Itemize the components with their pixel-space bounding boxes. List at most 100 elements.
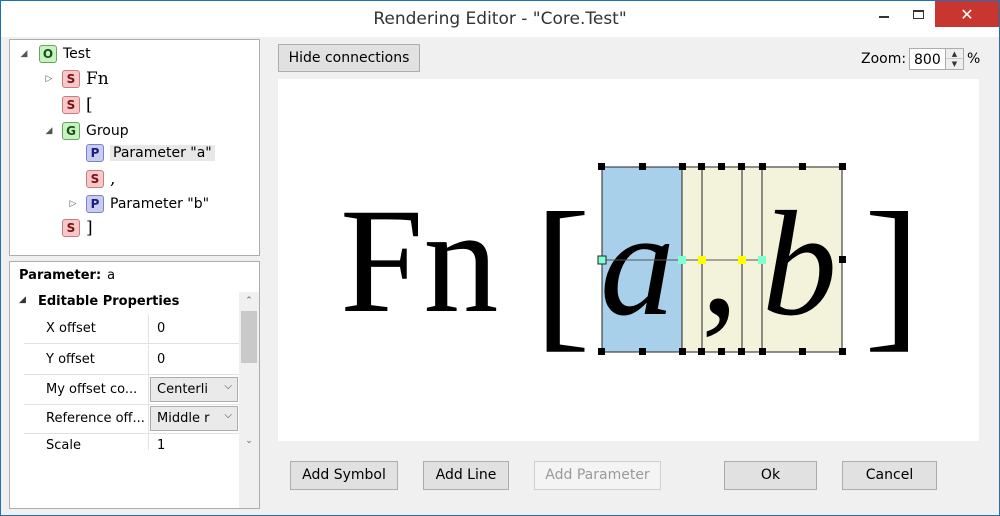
expand-arrow-icon[interactable]: ▷ (68, 199, 78, 209)
glyph-fn: Fn (340, 178, 498, 344)
property-grid: Parameter: a ◢ Editable Properties X offs… (9, 261, 260, 509)
connector-point[interactable] (597, 255, 607, 265)
tree-node-open-bracket[interactable]: S [ (62, 95, 93, 115)
property-name: Y offset (46, 352, 95, 367)
handle[interactable] (759, 163, 766, 170)
symbol-badge-icon: S (62, 70, 80, 88)
handle[interactable] (598, 163, 605, 170)
rendering-editor-window: Rendering Editor - "Core.Test" ✕ ◢ O Tes… (0, 0, 1000, 516)
handle[interactable] (639, 163, 646, 170)
handle[interactable] (738, 163, 745, 170)
property-value-field[interactable]: 1 (148, 434, 239, 450)
spin-up-icon[interactable]: ▲ (946, 49, 963, 59)
property-grid-title-value: a (107, 268, 116, 283)
glyph-comma: , (701, 181, 739, 347)
connector-point[interactable] (758, 256, 766, 264)
tree-node-label: ] (86, 218, 93, 238)
connector-point[interactable] (678, 256, 686, 264)
tree-node-close-bracket[interactable]: S ] (62, 218, 93, 238)
handle[interactable] (718, 348, 725, 355)
close-button[interactable]: ✕ (935, 1, 999, 27)
ok-button[interactable]: Ok (724, 461, 817, 490)
property-section-header[interactable]: ◢ Editable Properties (10, 292, 240, 312)
scrollbar-thumb[interactable] (241, 311, 257, 363)
reference-offset-dropdown[interactable]: Middle r ⌵ (150, 406, 238, 431)
chevron-down-icon: ⌵ (224, 410, 232, 421)
scroll-up-icon[interactable]: ⌃ (239, 292, 259, 310)
property-row-my-offset: My offset co... Centerli ⌵ (24, 375, 239, 405)
glyph-open-bracket: [ (534, 178, 591, 366)
handle[interactable] (698, 163, 705, 170)
handle[interactable] (738, 348, 745, 355)
collapse-arrow-icon[interactable]: ◢ (44, 126, 54, 136)
handle[interactable] (839, 163, 846, 170)
add-symbol-button[interactable]: Add Symbol (290, 461, 398, 490)
element-tree[interactable]: ◢ O Test ▷ S Fn S [ ◢ G Group P Paramete… (9, 39, 260, 256)
group-badge-icon: G (62, 122, 80, 140)
property-value-field[interactable]: 0 (148, 345, 239, 375)
handle[interactable] (839, 348, 846, 355)
handle[interactable] (799, 348, 806, 355)
handle[interactable] (839, 256, 846, 263)
property-grid-title: Parameter: a (19, 268, 115, 283)
property-name: X offset (46, 321, 96, 336)
window-title: Rendering Editor - "Core.Test" (373, 9, 627, 29)
parameter-badge-icon: P (86, 144, 104, 162)
rendering-canvas[interactable]: Fn [ a , b ] (278, 79, 979, 441)
collapse-arrow-icon[interactable]: ◢ (19, 295, 26, 305)
minimize-button[interactable] (867, 1, 901, 27)
tree-node-parameter-b[interactable]: ▷ P Parameter "b" (68, 194, 209, 214)
property-row-reference-offset: Reference off... Middle r ⌵ (24, 404, 239, 434)
maximize-button[interactable] (903, 1, 933, 27)
tree-node-label: [ (86, 95, 93, 115)
symbol-badge-icon: S (62, 96, 80, 114)
handle[interactable] (679, 163, 686, 170)
parameter-badge-icon: P (86, 195, 104, 213)
my-offset-dropdown[interactable]: Centerli ⌵ (150, 377, 238, 402)
property-name: My offset co... (46, 382, 138, 397)
property-scrollbar[interactable]: ⌃ ⌄ (239, 292, 259, 508)
handle[interactable] (799, 163, 806, 170)
tree-node-comma[interactable]: S , (86, 169, 115, 189)
property-value-field: Middle r ⌵ (148, 404, 239, 434)
tree-node-parameter-a[interactable]: P Parameter "a" (86, 143, 215, 163)
zoom-input[interactable]: 800 ▲ ▼ (909, 48, 964, 70)
spin-down-icon[interactable]: ▼ (946, 59, 963, 69)
handle[interactable] (598, 348, 605, 355)
hide-connections-button[interactable]: Hide connections (278, 44, 420, 72)
tree-node-root[interactable]: ◢ O Test (19, 44, 91, 64)
property-row-y-offset: Y offset 0 (24, 345, 239, 375)
property-value: 1 (157, 438, 166, 450)
tree-node-label: , (110, 169, 116, 189)
tree-node-group[interactable]: ◢ G Group (44, 121, 129, 141)
zoom-unit: % (967, 51, 981, 67)
property-value-field[interactable]: 0 (148, 314, 239, 344)
handle[interactable] (698, 348, 705, 355)
property-value-field: Centerli ⌵ (148, 375, 239, 405)
rendering-preview: Fn [ a , b ] (340, 163, 921, 366)
handle[interactable] (679, 348, 686, 355)
property-grid-title-label: Parameter: (19, 268, 102, 283)
zoom-spinner: ▲ ▼ (945, 49, 963, 69)
handle[interactable] (639, 348, 646, 355)
glyph-close-bracket: ] (864, 178, 921, 366)
property-section-title: Editable Properties (38, 294, 180, 309)
handle[interactable] (718, 163, 725, 170)
tree-node-fn[interactable]: ▷ S Fn (44, 69, 109, 89)
handle[interactable] (759, 348, 766, 355)
connector-point[interactable] (738, 256, 746, 264)
cancel-button[interactable]: Cancel (842, 461, 937, 490)
add-line-button[interactable]: Add Line (423, 461, 509, 490)
symbol-badge-icon: S (86, 170, 104, 188)
title-bar: Rendering Editor - "Core.Test" ✕ (1, 1, 999, 37)
connector-point[interactable] (698, 256, 706, 264)
property-name: Reference off... (46, 411, 145, 426)
minimize-icon (879, 16, 889, 18)
collapse-arrow-icon[interactable]: ◢ (19, 49, 29, 59)
expand-arrow-icon[interactable]: ▷ (44, 74, 54, 84)
scroll-down-icon[interactable]: ⌄ (239, 432, 259, 450)
add-parameter-button[interactable]: Add Parameter (534, 461, 661, 490)
property-row-scale: Scale 1 (24, 434, 239, 450)
property-value: 0 (157, 321, 166, 336)
zoom-value: 800 (914, 52, 941, 68)
